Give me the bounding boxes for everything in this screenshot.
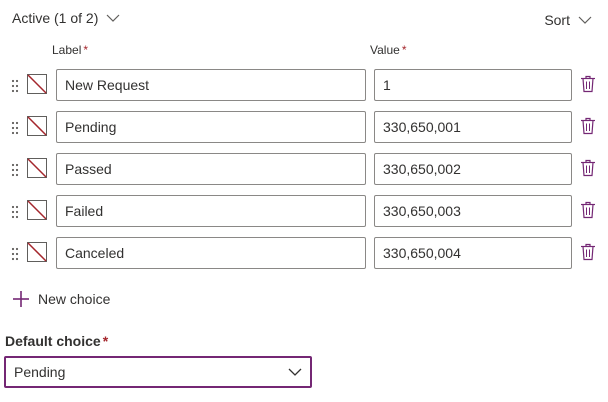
choice-label-input[interactable]: [56, 195, 366, 227]
choice-row: [0, 237, 608, 269]
chevron-down-icon: [106, 14, 120, 22]
choice-label-input[interactable]: [56, 111, 366, 143]
status-filter-toggle[interactable]: Active (1 of 2): [12, 8, 120, 28]
choice-value-input[interactable]: [374, 195, 572, 227]
plus-icon: [13, 291, 29, 307]
choice-row: [0, 69, 608, 101]
default-choice-value: Pending: [14, 364, 66, 380]
no-color-icon[interactable]: [27, 158, 47, 178]
label-column-title: Label: [52, 43, 82, 57]
required-marker: *: [102, 333, 109, 349]
trash-icon[interactable]: [580, 117, 596, 135]
drag-handle-icon[interactable]: [10, 163, 20, 177]
chevron-down-icon: [578, 16, 592, 24]
default-choice-title: Default choice: [5, 333, 101, 349]
label-column-header: Label *: [52, 43, 88, 57]
choice-row: [0, 195, 608, 227]
no-color-icon[interactable]: [27, 242, 47, 262]
drag-handle-icon[interactable]: [10, 247, 20, 261]
drag-handle-icon[interactable]: [10, 205, 20, 219]
new-choice-label: New choice: [38, 291, 111, 307]
choice-label-input[interactable]: [56, 153, 366, 185]
choice-row: [0, 153, 608, 185]
choice-value-input[interactable]: [374, 69, 572, 101]
chevron-down-icon: [288, 368, 302, 376]
required-marker: *: [401, 43, 407, 57]
value-column-title: Value: [370, 43, 400, 57]
no-color-icon[interactable]: [27, 116, 47, 136]
sort-label: Sort: [544, 12, 570, 28]
drag-handle-icon[interactable]: [10, 121, 20, 135]
choice-value-input[interactable]: [374, 237, 572, 269]
default-choice-dropdown[interactable]: Pending: [4, 356, 312, 388]
trash-icon[interactable]: [580, 243, 596, 261]
new-choice-button[interactable]: New choice: [12, 289, 110, 309]
trash-icon[interactable]: [580, 159, 596, 177]
choice-label-input[interactable]: [56, 237, 366, 269]
sort-button[interactable]: Sort: [544, 10, 592, 30]
required-marker: *: [83, 43, 89, 57]
value-column-header: Value *: [370, 43, 406, 57]
choice-row: [0, 111, 608, 143]
trash-icon[interactable]: [580, 75, 596, 93]
choice-label-input[interactable]: [56, 69, 366, 101]
choice-value-input[interactable]: [374, 111, 572, 143]
default-choice-label: Default choice *: [5, 333, 108, 349]
choice-value-input[interactable]: [374, 153, 572, 185]
no-color-icon[interactable]: [27, 74, 47, 94]
status-filter-title: Active (1 of 2): [12, 10, 99, 26]
drag-handle-icon[interactable]: [10, 79, 20, 93]
trash-icon[interactable]: [580, 201, 596, 219]
no-color-icon[interactable]: [27, 200, 47, 220]
